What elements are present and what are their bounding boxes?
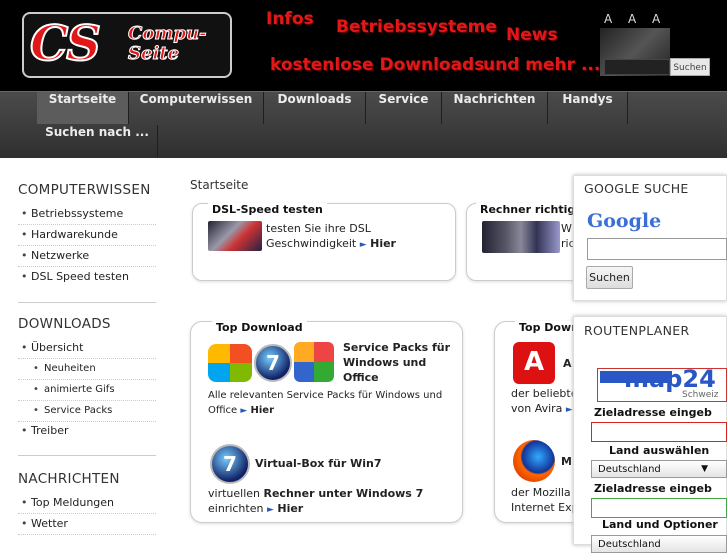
country-select-1-value: Deutschland [598, 464, 661, 475]
dsl-link-hier[interactable]: Hier [370, 237, 396, 250]
land-label-2: Land und Optioner [602, 518, 718, 531]
nav-computerwissen[interactable]: Computerwissen [129, 92, 264, 124]
chevron-down-icon: ▼ [701, 464, 708, 474]
sidebar-item-dsl-speed[interactable]: DSL Speed testen [18, 267, 156, 288]
google-widget-title: GOOGLE SUCHE [584, 181, 689, 196]
nav-suchen-nach[interactable]: Suchen nach ... [37, 125, 158, 157]
windows-logo-icon [208, 344, 252, 382]
service-packs-title: Service Packs für Windows und Office [343, 341, 451, 384]
virtualbox-text: virtuellen Rechner unter Windows 7 einric… [208, 487, 424, 515]
avira-title: A [563, 357, 572, 370]
promo-news: News [506, 25, 558, 45]
sidebar-divider [18, 302, 156, 303]
header-search-button[interactable]: Suchen [670, 58, 710, 76]
sidebar-heading-nachrichten: NACHRICHTEN [18, 471, 120, 487]
arrow-icon: ► [359, 240, 367, 250]
ziel-label-1: Zieladresse eingeb [594, 406, 712, 419]
windows7-icon: 7 [210, 444, 250, 484]
sidebar-item-betriebssysteme[interactable]: Betriebssysteme [18, 204, 156, 225]
ziel-label-2: Zieladresse eingeb [594, 482, 712, 495]
promo-downloads: kostenlose Downloads [270, 55, 485, 75]
virtualbox-title: Virtual-Box für Win7 [255, 457, 382, 470]
arrow-icon: ► [565, 405, 573, 415]
top-download-title-1: Top Download [212, 321, 307, 334]
rechner-box-title: Rechner richtig [476, 203, 580, 216]
nav-startseite[interactable]: Startseite [37, 92, 129, 124]
dsl-box-title: DSL-Speed testen [208, 203, 327, 216]
sidebar-item-treiber[interactable]: Treiber [18, 421, 156, 442]
logo-subtext: Compu-Seite [128, 23, 208, 64]
header: CS Compu-Seite Infos Betriebssysteme New… [0, 0, 727, 91]
map24-logo-text: map24 [624, 365, 716, 393]
nav-service[interactable]: Service [366, 92, 442, 124]
google-search-button[interactable]: Suchen [586, 266, 633, 289]
promo-mehr: und mehr ... [483, 55, 601, 75]
avira-text: der beliebte von Avira ► [511, 387, 578, 415]
windows7-icon: 7 [254, 344, 292, 382]
arrow-icon: ► [240, 406, 248, 416]
sidebar-item-service-packs[interactable]: Service Packs [18, 401, 156, 422]
dsl-box-text: testen Sie ihre DSL Geschwindigkeit ► Hie… [266, 222, 396, 250]
promo-betriebssysteme: Betriebssysteme [336, 17, 497, 37]
firefox-title: M [561, 455, 572, 468]
arrow-icon: ► [266, 505, 274, 515]
sidebar-heading-downloads: DOWNLOADS [18, 316, 111, 332]
sidebar-item-wetter[interactable]: Wetter [18, 514, 156, 535]
virtualbox-link-hier[interactable]: Hier [277, 502, 303, 515]
sidebar-item-animierte-gifs[interactable]: animierte Gifs [18, 380, 156, 401]
land-label-1: Land auswählen [609, 444, 710, 457]
font-size-controls[interactable]: A A A [604, 12, 666, 26]
logo-text: CS [29, 15, 102, 73]
site-logo[interactable]: CS Compu-Seite [22, 12, 232, 78]
sidebar-item-uebersicht[interactable]: Übersicht [18, 338, 156, 359]
country-select-2[interactable]: Deutschland [591, 535, 727, 553]
nav-nachrichten[interactable]: Nachrichten [442, 92, 548, 124]
country-select-1[interactable]: Deutschland ▼ [591, 460, 727, 478]
service-packs-text: Alle relevanten Service Packs für Window… [208, 390, 443, 416]
map24-logo-subtext: Schweiz [682, 390, 719, 400]
sidebar-item-hardwarekunde[interactable]: Hardwarekunde [18, 225, 156, 246]
sidebar-item-netzwerke[interactable]: Netzwerke [18, 246, 156, 267]
header-search-input[interactable] [604, 59, 670, 75]
main-nav: Startseite Computerwissen Downloads Serv… [0, 91, 727, 158]
routenplaner-title: ROUTENPLANER [584, 323, 690, 338]
pc-hardware-icon [482, 221, 560, 253]
service-packs-link-hier[interactable]: Hier [251, 405, 275, 416]
firefox-logo-icon [513, 440, 555, 482]
breadcrumb: Startseite [190, 178, 249, 192]
ziel-input-1[interactable] [591, 422, 727, 442]
sidebar-item-top-meldungen[interactable]: Top Meldungen [18, 493, 156, 514]
sidebar-heading-computerwissen: COMPUTERWISSEN [18, 182, 151, 198]
nav-downloads[interactable]: Downloads [264, 92, 366, 124]
speedometer-icon [208, 221, 262, 251]
avira-logo-icon: A [513, 342, 555, 384]
sidebar-item-neuheiten[interactable]: Neuheiten [18, 359, 156, 380]
google-search-input[interactable] [587, 238, 727, 260]
google-logo: Google [587, 210, 662, 232]
sidebar-divider [18, 455, 156, 456]
nav-handys[interactable]: Handys [548, 92, 628, 124]
promo-infos: Infos [266, 9, 314, 29]
ziel-input-2[interactable] [591, 498, 727, 518]
office-logo-icon [294, 342, 334, 382]
map24-logo[interactable]: map24 Schweiz [597, 365, 727, 402]
firefox-text: der Mozilla F Internet Exp [511, 486, 581, 514]
